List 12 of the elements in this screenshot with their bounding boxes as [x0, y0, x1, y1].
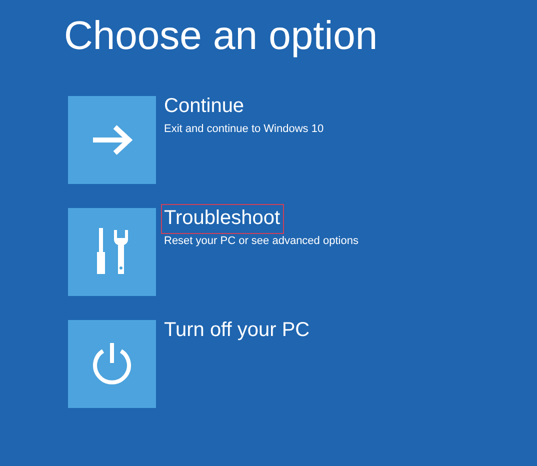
- power-icon: [91, 341, 133, 387]
- tools-icon: [94, 228, 130, 276]
- option-description: Exit and continue to Windows 10: [164, 123, 324, 135]
- option-title[interactable]: Turn off your PC: [161, 316, 314, 346]
- option-description: Reset your PC or see advanced options: [164, 235, 358, 247]
- option-title[interactable]: Troubleshoot: [161, 204, 284, 234]
- option-tile[interactable]: [68, 96, 156, 184]
- option-title[interactable]: Continue: [161, 92, 248, 122]
- page-title: Choose an option: [64, 13, 379, 60]
- arrow-icon: [91, 125, 133, 155]
- option-tile[interactable]: [68, 320, 156, 408]
- option-tile[interactable]: [68, 208, 156, 296]
